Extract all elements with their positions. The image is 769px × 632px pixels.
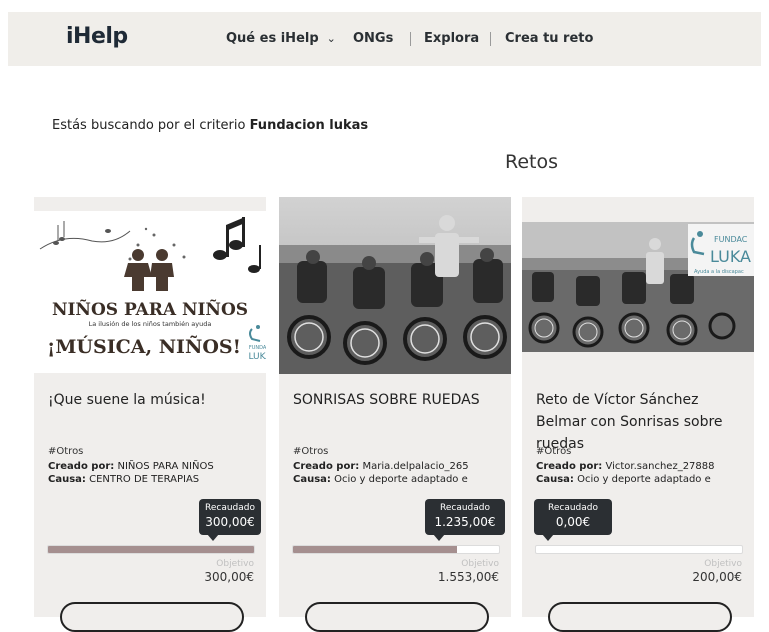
section-title-retos: Retos [505,151,559,173]
musica-ninos-poster: NIÑOS PARA NIÑOS La ilusión de los niños… [39,217,266,362]
challenge-cause: Causa: Ocio y deporte adaptado e [536,474,711,485]
funding-progress-bar [47,545,255,554]
poster-headline: NIÑOS PARA NIÑOS [52,298,248,320]
challenge-category-tag[interactable]: #Otros [293,446,328,457]
card-action-button[interactable] [60,602,244,632]
creator-label: Creado por: [293,461,360,472]
cause-label: Causa: [48,474,86,485]
creator-name: Victor.sanchez_27888 [605,461,715,472]
goal-amount: 300,00€ [204,570,254,584]
nav-que-es-ihelp[interactable]: Qué es iHelp ⌄ [226,31,336,46]
raised-amount: 0,00€ [555,515,591,529]
raised-tooltip: Recaudado 1.235,00€ [425,499,505,541]
challenge-card[interactable]: FUNDAC LUKA Ayuda a la discapac Reto de … [522,197,754,632]
funding-progress-bar [292,545,500,554]
raised-label: Recaudado [439,503,490,513]
goal-label: Objetivo [216,559,254,569]
nav-que-es-ihelp-label: Qué es iHelp [226,31,319,46]
goal-amount: 200,00€ [692,570,742,584]
creator-name: NIÑOS PARA NIÑOS [117,461,214,472]
chevron-down-icon: ⌄ [326,32,336,45]
nav-divider [410,32,411,46]
challenge-cause: Causa: Ocio y deporte adaptado e [293,474,468,485]
search-prefix: Estás buscando por el criterio [52,118,250,133]
svg-text:LUKA: LUKA [248,352,266,362]
creator-name: Maria.delpalacio_265 [362,461,469,472]
cause-name: CENTRO DE TERAPIAS [89,474,200,485]
creator-label: Creado por: [536,461,603,472]
poster-tagline: ¡MÚSICA, NIÑOS! [47,335,241,358]
wheelchair-group-photo: FUNDAC LUKA Ayuda a la discapac [522,222,754,352]
search-criterion: Fundacion lukas [249,118,369,133]
challenge-card[interactable]: SONRISAS SOBRE RUEDAS #Otros Creado por:… [279,197,511,632]
fundacion-lukas-badge: FUNDACI LUKA [248,325,266,362]
challenge-creator: Creado por: Maria.delpalacio_265 [293,461,469,472]
raised-amount: 300,00€ [205,515,255,529]
fundacion-lukas-badge: FUNDAC LUKA Ayuda a la discapac [688,224,754,276]
card-action-button[interactable] [305,602,489,632]
challenge-category-tag[interactable]: #Otros [48,446,83,457]
ihelp-logo[interactable]: iHelp [66,24,128,49]
creator-label: Creado por: [48,461,115,472]
wheelchair-group-photo [279,197,511,374]
challenge-card[interactable]: NIÑOS PARA NIÑOS La ilusión de los niños… [34,197,266,632]
progress-fill [48,546,254,553]
nav-divider [490,32,491,46]
svg-text:FUNDAC: FUNDAC [714,235,748,244]
poster-subline: La ilusión de los niños también ayuda [89,320,212,328]
challenge-creator: Creado por: NIÑOS PARA NIÑOS [48,461,214,472]
cause-label: Causa: [536,474,574,485]
nav-ongs[interactable]: ONGs [353,31,393,46]
progress-fill [293,546,457,553]
search-criterion-text: Estás buscando por el criterio Fundacion… [52,118,368,133]
cause-name: Ocio y deporte adaptado e [577,474,711,485]
badge-subline: Ayuda a la discapac [694,269,744,275]
goal-label: Objetivo [461,559,499,569]
cause-name: Ocio y deporte adaptado e [334,474,468,485]
raised-tooltip: Recaudado 0,00€ [534,499,612,541]
challenge-title[interactable]: SONRISAS SOBRE RUEDAS [293,389,503,411]
raised-label: Recaudado [204,503,255,513]
challenge-title[interactable]: ¡Que suene la música! [48,389,258,411]
challenge-category-tag[interactable]: #Otros [536,446,571,457]
challenge-image[interactable]: NIÑOS PARA NIÑOS La ilusión de los niños… [34,211,266,373]
svg-text:FUNDACI: FUNDACI [249,345,266,351]
challenge-creator: Creado por: Victor.sanchez_27888 [536,461,715,472]
goal-amount: 1.553,00€ [437,570,499,584]
raised-label: Recaudado [547,503,598,513]
nav-explora[interactable]: Explora [424,31,479,46]
challenge-image[interactable] [279,197,511,374]
nav-crea-tu-reto[interactable]: Crea tu reto [505,31,593,46]
raised-tooltip: Recaudado 300,00€ [199,499,261,541]
challenge-image[interactable]: FUNDAC LUKA Ayuda a la discapac [522,222,754,352]
goal-label: Objetivo [704,559,742,569]
top-navigation-bar: iHelp Qué es iHelp ⌄ ONGs Explora Crea tu… [8,12,761,66]
svg-text:LUKA: LUKA [710,247,751,266]
cause-label: Causa: [293,474,331,485]
challenge-cause: Causa: CENTRO DE TERAPIAS [48,474,199,485]
raised-amount: 1.235,00€ [434,515,496,529]
funding-progress-bar [535,545,743,554]
card-action-button[interactable] [548,602,732,632]
